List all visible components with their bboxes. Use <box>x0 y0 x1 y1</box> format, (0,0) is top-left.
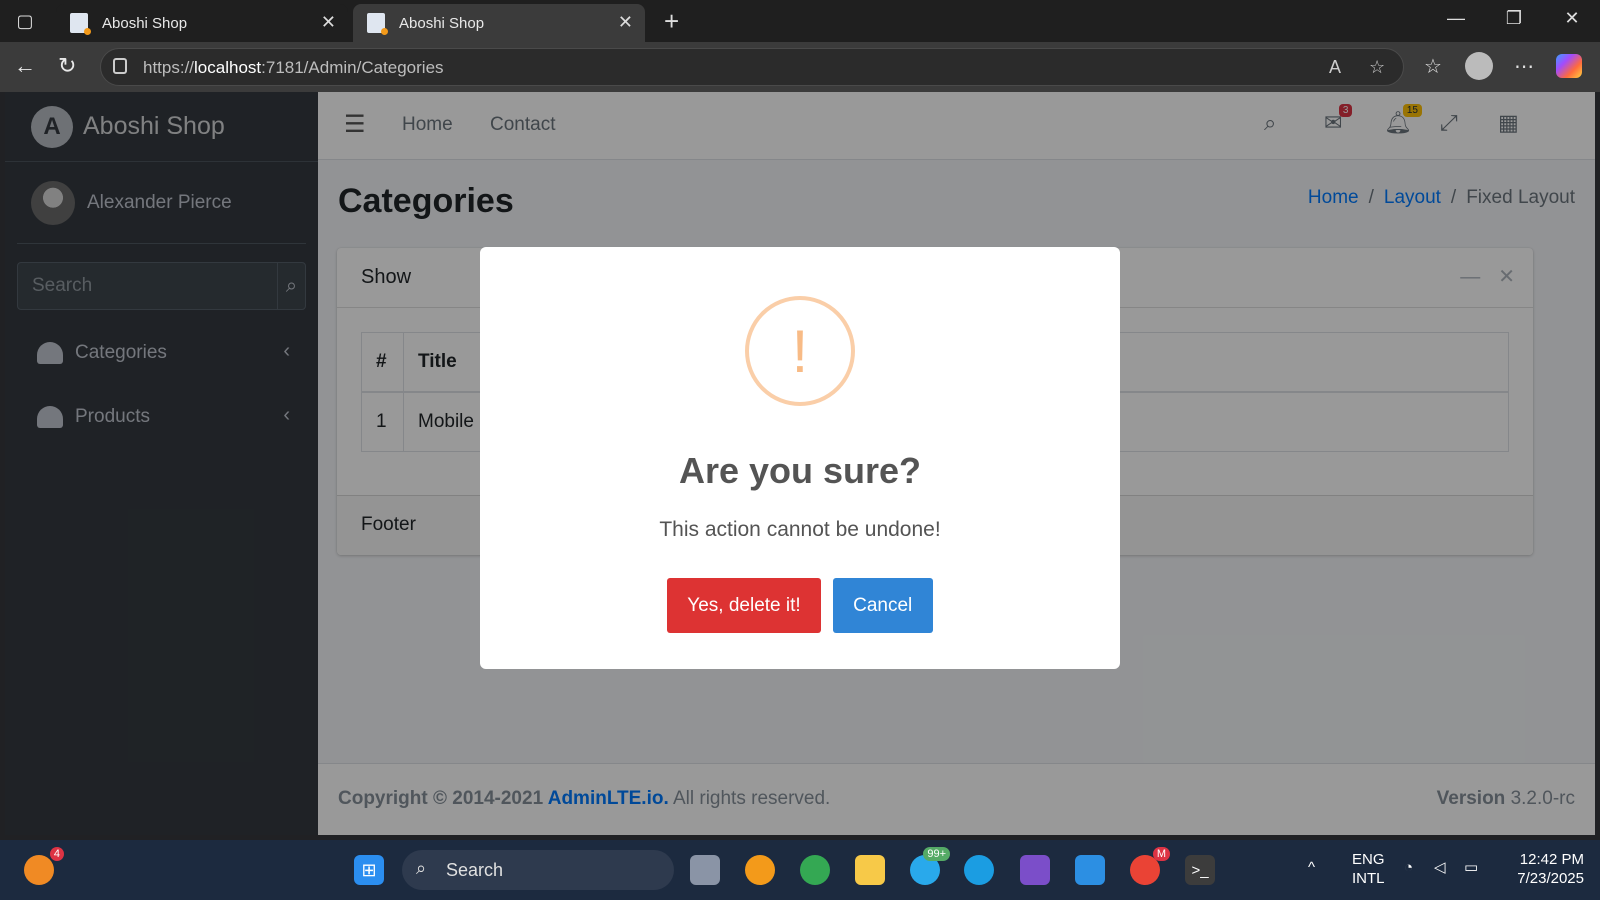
more-menu-icon[interactable]: ⋯ <box>1514 54 1534 79</box>
page-favicon-icon <box>70 13 91 35</box>
minimize-icon[interactable]: — <box>1436 8 1476 29</box>
visual-studio-icon[interactable] <box>1020 855 1050 885</box>
favorite-star-icon[interactable]: ☆ <box>1369 57 1385 78</box>
dialog-title: Are you sure? <box>678 450 922 491</box>
show-hidden-icons-icon[interactable]: ^ <box>1308 858 1315 877</box>
search-icon: ⌕ <box>416 858 427 878</box>
taskbar-search[interactable]: ⌕ Search <box>402 850 674 890</box>
wifi-icon[interactable]: ◔ <box>1404 858 1413 877</box>
tab-title: Aboshi Shop <box>399 14 485 32</box>
cancel-button[interactable]: Cancel <box>832 578 933 633</box>
dialog-text: This action cannot be undone! <box>659 518 941 541</box>
chrome-badge: M <box>1152 847 1170 861</box>
windows-taskbar: 4 ⊞ ⌕ Search 99+ M >_ ^ ENG INTL ◔ ◁ ▭ 12:… <box>0 840 1600 900</box>
terminal-icon[interactable]: >_ <box>1185 855 1215 885</box>
task-view-icon[interactable] <box>690 855 720 885</box>
taskbar-search-label: Search <box>446 859 504 880</box>
battery-icon[interactable]: ▭ <box>1464 858 1478 877</box>
volume-icon[interactable]: ◁ <box>1434 858 1446 877</box>
close-window-icon[interactable]: ✕ <box>1552 8 1592 29</box>
language-indicator[interactable]: ENG INTL <box>1352 850 1385 888</box>
widgets-badge: 4 <box>49 847 64 861</box>
favorites-icon[interactable]: ☆ <box>1424 54 1442 79</box>
tab-actions-icon[interactable]: ▢ <box>10 8 40 34</box>
clock[interactable]: 12:42 PM 7/23/2025 <box>1504 850 1584 888</box>
adminlte-app: A Aboshi Shop Alexander Pierce ⌕ Categor… <box>5 92 1595 835</box>
edge-icon[interactable] <box>964 855 994 885</box>
close-tab-icon[interactable]: ✕ <box>321 12 336 33</box>
browser-tab[interactable]: Aboshi Shop ✕ <box>56 4 348 42</box>
warning-icon: ! <box>745 296 855 406</box>
lock-icon <box>113 58 127 74</box>
browser-tab-active[interactable]: Aboshi Shop ✕ <box>353 4 645 42</box>
browser-tab-bar: ▢ Aboshi Shop ✕ Aboshi Shop ✕ + — ❐ ✕ <box>0 0 1600 42</box>
chrome-icon[interactable] <box>800 855 830 885</box>
start-icon[interactable]: ⊞ <box>354 855 384 885</box>
file-explorer-icon[interactable] <box>855 855 885 885</box>
restore-icon[interactable]: ❐ <box>1494 8 1534 29</box>
close-tab-icon[interactable]: ✕ <box>618 12 633 33</box>
copilot-icon[interactable] <box>1556 54 1582 78</box>
app-icon[interactable] <box>745 855 775 885</box>
address-bar-row: ← ↻ https://localhost:7181/Admin/Categor… <box>0 42 1600 92</box>
back-icon[interactable]: ← <box>14 53 36 79</box>
tab-title: Aboshi Shop <box>102 14 188 32</box>
vscode-icon[interactable] <box>1075 855 1105 885</box>
new-tab-icon[interactable]: + <box>664 6 679 37</box>
url-field[interactable]: https://localhost:7181/Admin/Categories … <box>100 48 1404 86</box>
chrome-profile-icon[interactable]: M <box>1130 847 1170 885</box>
read-aloud-icon[interactable]: A <box>1329 57 1341 78</box>
telegram-badge: 99+ <box>923 847 950 861</box>
url-text: https://localhost:7181/Admin/Categories <box>143 58 444 77</box>
profile-avatar[interactable] <box>1465 52 1493 80</box>
widgets-icon[interactable]: 4 <box>24 847 64 885</box>
page-favicon-icon <box>367 13 388 35</box>
confirm-dialog: ! Are you sure? This action cannot be un… <box>480 247 1120 669</box>
telegram-icon[interactable]: 99+ <box>910 847 950 885</box>
confirm-delete-button[interactable]: Yes, delete it! <box>667 578 821 633</box>
dialog-actions: Yes, delete it! Cancel <box>480 578 1120 633</box>
reload-icon[interactable]: ↻ <box>58 53 76 79</box>
